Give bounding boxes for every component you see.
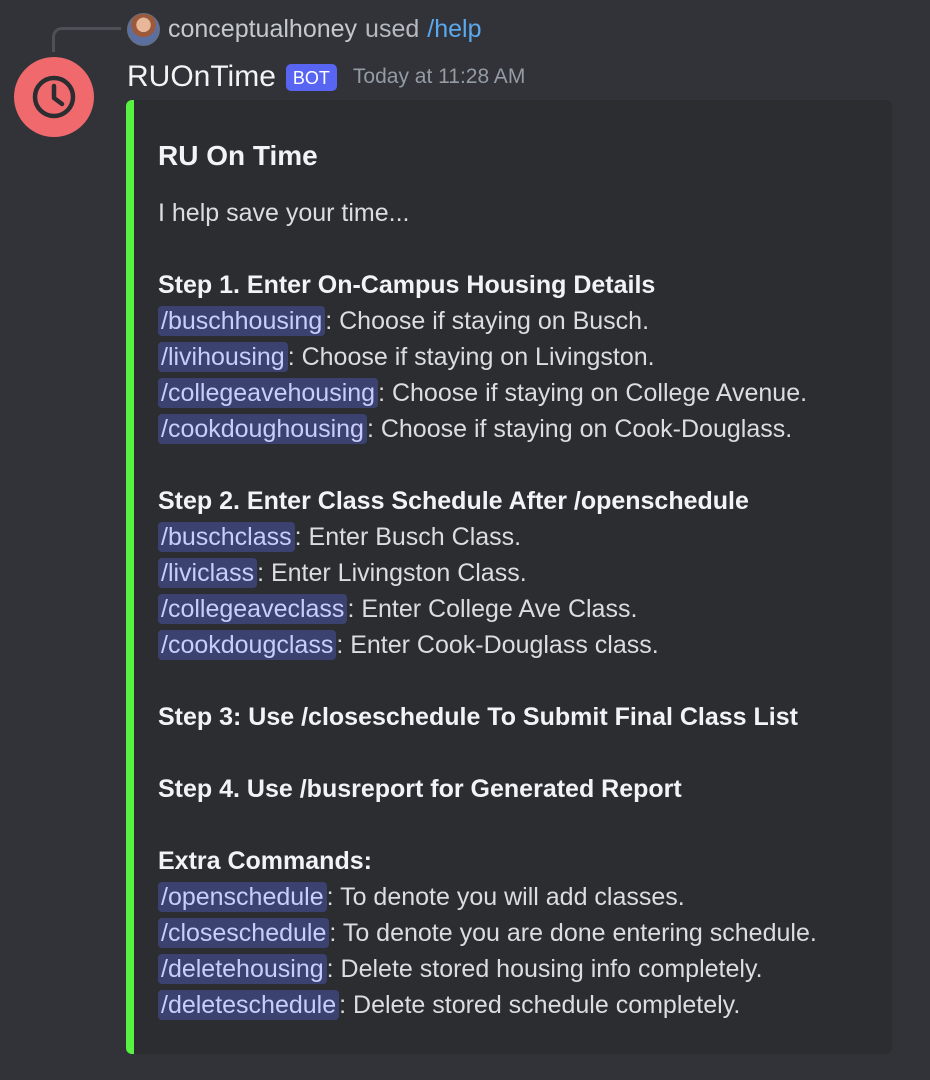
command-description: : Delete stored housing info completely. <box>326 955 763 983</box>
command-description: : Choose if staying on College Avenue. <box>378 379 808 407</box>
reply-reference[interactable]: conceptualhoney used /help <box>127 12 481 46</box>
list-item: /cookdoughousing: Choose if staying on C… <box>158 411 882 447</box>
list-item: /buschhousing: Choose if staying on Busc… <box>158 303 882 339</box>
bot-avatar[interactable] <box>14 57 94 137</box>
embed-intro: I help save your time... <box>158 199 410 227</box>
list-item: /liviclass: Enter Livingston Class. <box>158 555 882 591</box>
command-description: : To denote you will add classes. <box>326 883 685 911</box>
list-item: /openschedule: To denote you will add cl… <box>158 879 882 915</box>
bot-username[interactable]: RUOnTime <box>127 60 276 94</box>
bot-badge: BOT <box>285 63 337 91</box>
command-description: : Choose if staying on Busch. <box>325 307 650 335</box>
list-item: /cookdougclass: Enter Cook-Douglass clas… <box>158 627 882 663</box>
command-mention[interactable]: /collegeavehousing <box>158 378 379 408</box>
command-mention[interactable]: /deletehousing <box>158 954 327 984</box>
extra-heading: Extra Commands: <box>158 847 372 875</box>
command-mention[interactable]: /liviclass <box>158 558 258 588</box>
command-description: : Choose if staying on Livingston. <box>287 343 655 371</box>
message-header: RUOnTime BOT Today at 11:28 AM <box>127 56 525 98</box>
list-item: /buschclass: Enter Busch Class. <box>158 519 882 555</box>
command-description: : Enter Livingston Class. <box>257 559 527 587</box>
reply-username[interactable]: conceptualhoney <box>168 15 357 44</box>
command-mention[interactable]: /livihousing <box>158 342 288 372</box>
list-item: /collegeaveclass: Enter College Ave Clas… <box>158 591 882 627</box>
reply-command[interactable]: /help <box>427 15 481 44</box>
list-item: /deletehousing: Delete stored housing in… <box>158 951 882 987</box>
command-description: : Choose if staying on Cook-Douglass. <box>366 415 793 443</box>
command-description: : Enter College Ave Class. <box>347 595 638 623</box>
list-item: /deleteschedule: Delete stored schedule … <box>158 987 882 1023</box>
command-description: : To denote you are done entering schedu… <box>329 919 817 947</box>
reply-used-text: used <box>365 14 420 43</box>
reply-connector <box>52 27 121 52</box>
list-item: /closeschedule: To denote you are done e… <box>158 915 882 951</box>
reply-user-avatar[interactable] <box>127 12 160 46</box>
list-item: /livihousing: Choose if staying on Livin… <box>158 339 882 375</box>
command-mention[interactable]: /cookdougclass <box>158 630 337 660</box>
step2-heading: Step 2. Enter Class Schedule After /open… <box>158 487 749 515</box>
step4-heading: Step 4. Use /busreport for Generated Rep… <box>158 775 682 803</box>
command-mention[interactable]: /buschclass <box>158 522 295 552</box>
step3-heading: Step 3: Use /closeschedule To Submit Fin… <box>158 703 798 731</box>
command-description: : Delete stored schedule completely. <box>339 991 741 1019</box>
command-mention[interactable]: /buschhousing <box>158 306 326 336</box>
message-timestamp[interactable]: Today at 11:28 AM <box>353 65 525 89</box>
embed-title: RU On Time <box>158 140 318 171</box>
command-mention[interactable]: /closeschedule <box>158 918 330 948</box>
command-mention[interactable]: /collegeaveclass <box>158 594 348 624</box>
command-description: : Enter Busch Class. <box>294 523 522 551</box>
command-mention[interactable]: /openschedule <box>158 882 327 912</box>
command-description: : Enter Cook-Douglass class. <box>336 631 659 659</box>
step1-heading: Step 1. Enter On-Campus Housing Details <box>158 271 656 299</box>
list-item: /collegeavehousing: Choose if staying on… <box>158 375 882 411</box>
clock-icon <box>32 75 76 119</box>
command-mention[interactable]: /cookdoughousing <box>158 414 367 444</box>
command-mention[interactable]: /deleteschedule <box>158 990 340 1020</box>
help-embed: RU On Time I help save your time... Step… <box>126 100 892 1054</box>
